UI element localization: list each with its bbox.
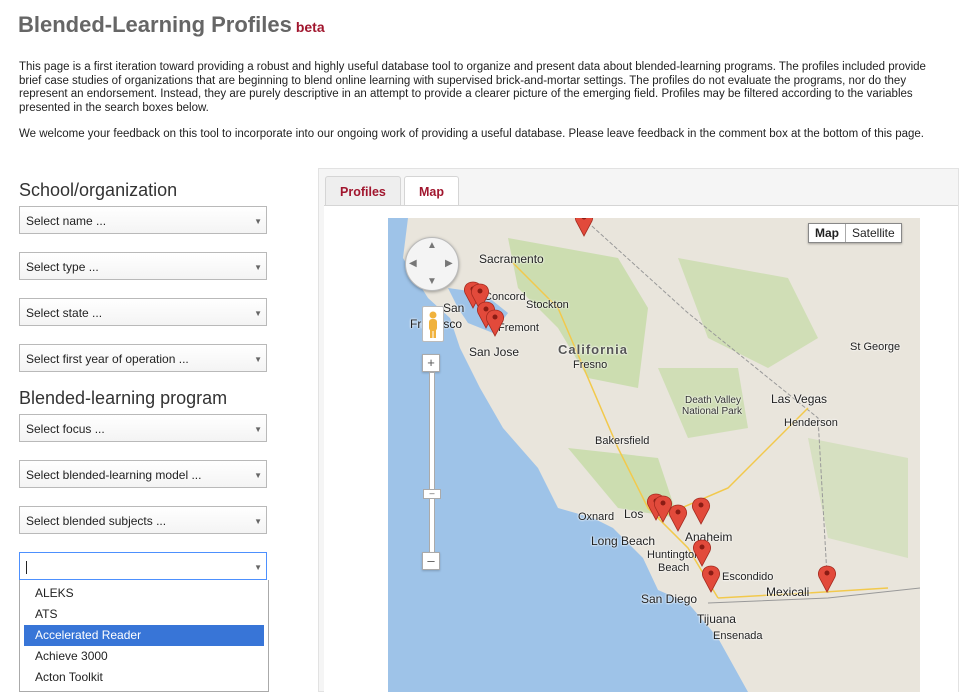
dropdown-option-highlighted[interactable]: Accelerated Reader — [24, 625, 264, 646]
dropdown-option[interactable]: Acton Toolkit — [24, 667, 264, 688]
map-type-control: Map Satellite — [808, 223, 902, 243]
provider-select[interactable]: ▼ — [19, 552, 267, 580]
zoom-out-button[interactable]: – — [422, 552, 440, 570]
year-select-label: Select first year of operation ... — [26, 352, 189, 366]
feedback-paragraph: We welcome your feedback on this tool to… — [19, 128, 924, 140]
chevron-down-icon: ▼ — [254, 563, 262, 572]
state-select[interactable]: Select state ... ▼ — [19, 298, 267, 326]
chevron-down-icon: ▼ — [254, 263, 262, 272]
state-select-label: Select state ... — [26, 306, 103, 320]
page-title: Blended-Learning Profiles beta — [18, 12, 325, 38]
zoom-in-button[interactable]: + — [422, 354, 440, 372]
focus-select-label: Select focus ... — [26, 422, 105, 436]
tab-map[interactable]: Map — [404, 176, 459, 206]
zoom-slider-track[interactable] — [429, 372, 435, 560]
school-section-heading: School/organization — [19, 180, 178, 200]
tab-profiles[interactable]: Profiles — [325, 176, 401, 206]
year-select[interactable]: Select first year of operation ... ▼ — [19, 344, 267, 372]
pan-down-icon[interactable]: ▼ — [427, 276, 437, 287]
marker-layer — [463, 218, 837, 593]
chevron-down-icon: ▼ — [254, 425, 262, 434]
school-marker[interactable] — [817, 565, 837, 593]
chevron-down-icon: ▼ — [254, 355, 262, 364]
chevron-down-icon: ▼ — [254, 471, 262, 480]
subjects-select-label: Select blended subjects ... — [26, 514, 167, 528]
zoom-control: + – – — [422, 354, 441, 574]
school-marker[interactable] — [701, 565, 721, 593]
model-select[interactable]: Select blended-learning model ... ▼ — [19, 460, 267, 488]
focus-select[interactable]: Select focus ... ▼ — [19, 414, 267, 442]
pan-up-icon[interactable]: ▲ — [427, 240, 437, 251]
pan-control[interactable]: ▲ ▼ ◀ ▶ — [405, 237, 459, 291]
subjects-select[interactable]: Select blended subjects ... ▼ — [19, 506, 267, 534]
intro-paragraph: This page is a first iteration toward pr… — [19, 61, 926, 114]
street-view-pegman-icon[interactable] — [422, 306, 444, 342]
page-title-text: Blended-Learning Profiles — [18, 12, 292, 37]
school-marker[interactable] — [691, 497, 711, 525]
dropdown-option[interactable]: ATS — [24, 604, 264, 625]
program-section-heading: Blended-learning program — [19, 388, 228, 408]
map-type-map-button[interactable]: Map — [809, 224, 846, 242]
text-caret — [26, 561, 27, 575]
beta-badge: beta — [295, 19, 325, 35]
zoom-slider-thumb[interactable]: – — [423, 489, 441, 499]
name-select-label: Select name ... — [26, 214, 107, 228]
school-marker[interactable] — [692, 539, 712, 567]
provider-dropdown-list: ALEKS ATS Accelerated Reader Achieve 300… — [19, 580, 269, 692]
name-select[interactable]: Select name ... ▼ — [19, 206, 267, 234]
pan-left-icon[interactable]: ◀ — [409, 258, 417, 269]
dropdown-option[interactable]: ALEKS — [24, 583, 264, 604]
type-select[interactable]: Select type ... ▼ — [19, 252, 267, 280]
chevron-down-icon: ▼ — [254, 217, 262, 226]
chevron-down-icon: ▼ — [254, 309, 262, 318]
map-type-satellite-button[interactable]: Satellite — [846, 224, 901, 242]
map-view[interactable]: Sacramento Concord Stockton San Francisc… — [388, 218, 920, 692]
pan-right-icon[interactable]: ▶ — [445, 258, 453, 269]
model-select-label: Select blended-learning model ... — [26, 468, 202, 482]
dropdown-option[interactable]: Achieve 3000 — [24, 646, 264, 667]
school-marker[interactable] — [574, 218, 594, 237]
type-select-label: Select type ... — [26, 260, 99, 274]
chevron-down-icon: ▼ — [254, 517, 262, 526]
school-marker[interactable] — [485, 309, 505, 337]
school-marker[interactable] — [668, 504, 688, 532]
